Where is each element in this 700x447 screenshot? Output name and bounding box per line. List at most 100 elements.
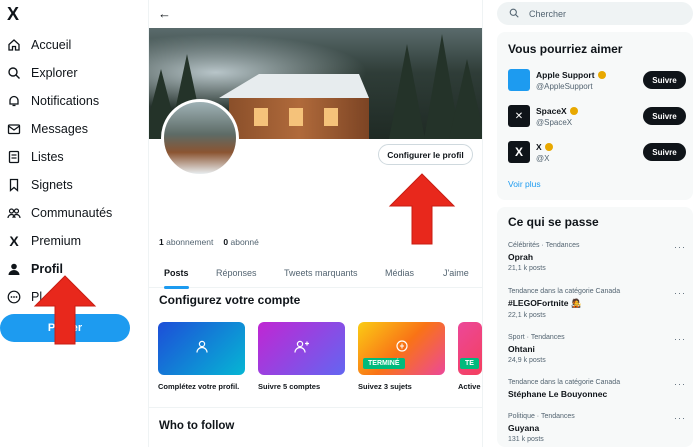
- card-label: Suivez 3 sujets: [358, 382, 412, 391]
- more-options-icon[interactable]: ···: [674, 334, 686, 344]
- spacex-logo-icon: ✕: [508, 105, 530, 127]
- setup-card-notifications[interactable]: TE: [458, 322, 482, 375]
- verified-icon: [544, 143, 553, 151]
- edit-profile-button[interactable]: Configurer le profil: [378, 144, 473, 165]
- home-icon: [7, 38, 21, 52]
- tab-highlights[interactable]: Tweets marquants: [284, 258, 358, 288]
- cabin-window: [324, 108, 338, 126]
- trends-panel: Ce qui se passe Célébrités · Tendances O…: [497, 207, 693, 447]
- trend-meta: Tendance dans la catégorie Canada: [508, 288, 621, 295]
- apple-logo-icon: [508, 69, 530, 91]
- list-icon: [7, 150, 21, 164]
- see-more-link[interactable]: Voir plus: [508, 179, 541, 189]
- trend-meta: Sport · Tendances: [508, 334, 565, 341]
- trend-item[interactable]: Tendance dans la catégorie Canada #LEGOF…: [508, 288, 686, 319]
- tree-shape: [449, 59, 482, 139]
- cabin-window: [254, 108, 268, 126]
- trend-name: Oprah: [508, 252, 534, 262]
- x-icon: X: [9, 233, 19, 249]
- trend-name: #LEGOFortnite 🧑‍🎤: [508, 298, 582, 308]
- sidebar-item-label: Communautés: [31, 206, 113, 220]
- completed-badge: TERMINÉ: [363, 358, 405, 369]
- trend-meta: Célébrités · Tendances: [508, 242, 580, 249]
- following-link[interactable]: 1 abonnement: [159, 237, 213, 247]
- sidebar-item-label: Accueil: [31, 38, 72, 52]
- more-icon: [7, 290, 21, 304]
- suggestions-panel: Vous pourriez aimer Apple Support @Apple…: [497, 32, 693, 200]
- cabin-window: [289, 108, 303, 126]
- sidebar-item-label: Listes: [31, 150, 64, 164]
- verified-icon: [597, 71, 606, 79]
- trend-item[interactable]: Politique · Tendances Guyana 131 k posts…: [508, 413, 686, 443]
- sidebar-item-messages[interactable]: Messages: [7, 117, 88, 141]
- sidebar-item-bookmarks[interactable]: Signets: [7, 173, 73, 197]
- who-to-follow-title: Who to follow: [159, 420, 235, 432]
- suggested-user[interactable]: Apple Support @AppleSupport Suivre: [508, 69, 688, 93]
- back-arrow-icon[interactable]: ←: [158, 6, 171, 21]
- sidebar-item-label: Premium: [31, 234, 82, 248]
- more-options-icon[interactable]: ···: [674, 379, 686, 389]
- search-input[interactable]: Chercher: [497, 2, 693, 25]
- trend-name: Ohtani: [508, 344, 535, 354]
- trend-posts: 22,1 k posts: [508, 312, 546, 319]
- followers-link[interactable]: 0 abonné: [223, 237, 258, 247]
- setup-card-follow[interactable]: [258, 322, 345, 375]
- sidebar-item-label: Explorer: [31, 66, 78, 80]
- suggested-user[interactable]: ✕ SpaceX @SpaceX Suivre: [508, 105, 688, 129]
- card-label: Suivre 5 comptes: [258, 382, 321, 391]
- sidebar-item-notifications[interactable]: Notifications: [7, 89, 99, 113]
- trend-item[interactable]: Sport · Tendances Ohtani 24,9 k posts ··…: [508, 334, 686, 364]
- trend-meta: Tendance dans la catégorie Canada: [508, 379, 621, 386]
- user-name: SpaceX: [536, 106, 578, 116]
- trend-item[interactable]: Tendance dans la catégorie Canada Stépha…: [508, 379, 686, 399]
- more-options-icon[interactable]: ···: [674, 413, 686, 423]
- x-logo-icon[interactable]: X: [7, 5, 25, 23]
- search-icon: [509, 8, 519, 20]
- follow-button[interactable]: Suivre: [643, 71, 686, 89]
- setup-card-profile[interactable]: [158, 322, 245, 375]
- bookmark-icon: [7, 178, 21, 192]
- tab-posts[interactable]: Posts: [164, 258, 189, 289]
- sidebar-item-home[interactable]: Accueil: [7, 33, 71, 57]
- search-icon: [7, 66, 21, 80]
- user-handle: @AppleSupport: [536, 82, 593, 91]
- sidebar-item-lists[interactable]: Listes: [7, 145, 64, 169]
- sidebar-item-communities[interactable]: Communautés: [7, 201, 112, 225]
- trend-item[interactable]: Célébrités · Tendances Oprah 21,1 k post…: [508, 242, 686, 272]
- verified-icon: [569, 107, 578, 115]
- tree-shape: [389, 44, 425, 139]
- more-options-icon[interactable]: ···: [674, 288, 686, 298]
- trend-posts: 131 k posts: [508, 436, 544, 443]
- cabin-roof: [219, 74, 369, 98]
- user-handle: @X: [536, 154, 550, 163]
- tab-likes[interactable]: J'aime: [443, 258, 469, 288]
- user-handle: @SpaceX: [536, 118, 573, 127]
- add-person-icon: [293, 339, 311, 358]
- person-icon: [7, 262, 21, 276]
- divider: [149, 407, 482, 408]
- user-name: Apple Support: [536, 70, 606, 80]
- bell-icon: [7, 94, 21, 108]
- card-label: Complétez votre profil.: [158, 382, 240, 391]
- follow-stats: 1 abonnement 0 abonné: [159, 237, 259, 247]
- follow-button[interactable]: Suivre: [643, 107, 686, 125]
- suggested-user[interactable]: X X @X Suivre: [508, 141, 688, 165]
- trend-meta: Politique · Tendances: [508, 413, 575, 420]
- sidebar-item-explore[interactable]: Explorer: [7, 61, 78, 85]
- x-logo-icon: X: [508, 141, 530, 163]
- setup-title: Configurez votre compte: [159, 293, 301, 307]
- tab-media[interactable]: Médias: [385, 258, 414, 288]
- chat-bubble-icon: [395, 339, 409, 358]
- tab-replies[interactable]: Réponses: [216, 258, 257, 288]
- sidebar-item-premium[interactable]: X Premium: [7, 229, 81, 253]
- sidebar: X Accueil Explorer Notifications Message…: [0, 0, 148, 447]
- completed-badge: TE: [460, 358, 479, 369]
- trend-posts: 21,1 k posts: [508, 265, 546, 272]
- setup-card-topics[interactable]: TERMINÉ: [358, 322, 445, 375]
- profile-tabs: Posts Réponses Tweets marquants Médias J…: [149, 258, 482, 289]
- trends-title: Ce qui se passe: [508, 215, 599, 229]
- profile-avatar[interactable]: [161, 99, 239, 177]
- follow-button[interactable]: Suivre: [643, 143, 686, 161]
- more-options-icon[interactable]: ···: [674, 242, 686, 252]
- sidebar-item-label: Notifications: [31, 94, 100, 108]
